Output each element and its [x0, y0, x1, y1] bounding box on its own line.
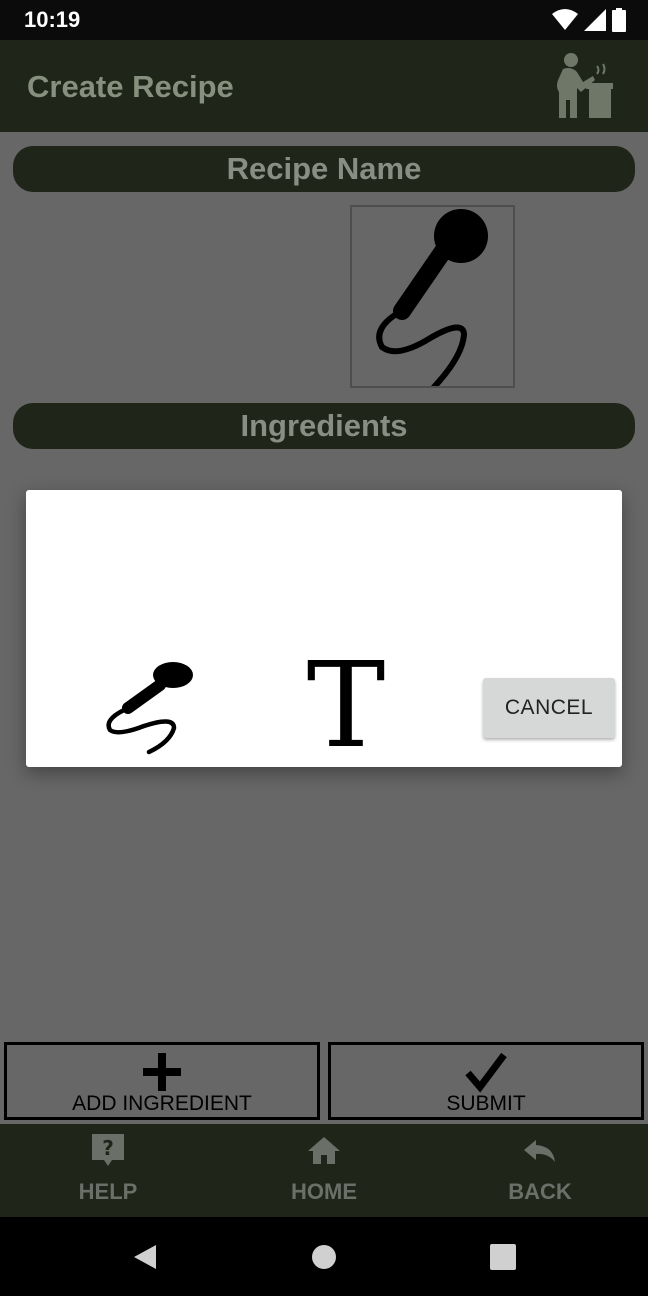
recents-square-icon[interactable] — [487, 1241, 519, 1273]
submit-label: SUBMIT — [446, 1092, 526, 1115]
ingredients-header: Ingredients — [13, 403, 635, 449]
plus-icon — [143, 1053, 181, 1091]
nav-home-label: HOME — [291, 1179, 357, 1204]
reply-icon — [524, 1140, 555, 1162]
cancel-button[interactable]: CANCEL — [483, 678, 615, 738]
text-input-option[interactable]: T — [290, 646, 402, 764]
app-bar: Create Recipe — [0, 40, 648, 132]
recipe-name-header[interactable]: Recipe Name — [13, 146, 635, 192]
nav-home[interactable]: HOME — [254, 1124, 394, 1217]
nav-help[interactable]: ? HELP — [38, 1124, 178, 1217]
status-bar: 10:19 — [0, 0, 648, 40]
help-icon: ? — [92, 1134, 124, 1166]
battery-icon — [612, 8, 626, 32]
chef-cooking-icon — [557, 53, 613, 118]
microphone-icon — [376, 209, 488, 390]
svg-text:?: ? — [102, 1136, 114, 1160]
add-ingredient-label: ADD INGREDIENT — [72, 1092, 252, 1115]
system-navigation-bar — [0, 1217, 648, 1296]
back-triangle-icon[interactable] — [130, 1241, 162, 1273]
bottom-navigation: ? HELP HOME BACK — [0, 1124, 648, 1217]
nav-back-label: BACK — [508, 1179, 572, 1204]
add-ingredient-button[interactable]: ADD INGREDIENT — [4, 1042, 320, 1120]
screen: 10:19 Create Recipe Recipe Name Ingredie… — [0, 0, 648, 1296]
home-circle-icon[interactable] — [308, 1241, 340, 1273]
wifi-icon — [552, 9, 578, 30]
voice-input-button[interactable] — [350, 205, 515, 390]
signal-icon — [584, 9, 606, 31]
page-title: Create Recipe — [27, 69, 234, 104]
status-time: 10:19 — [24, 7, 81, 32]
home-icon — [308, 1137, 340, 1164]
nav-help-label: HELP — [78, 1179, 138, 1204]
status-icons — [552, 8, 626, 32]
submit-button[interactable]: SUBMIT — [328, 1042, 644, 1120]
checkmark-icon — [465, 1052, 507, 1093]
nav-back[interactable]: BACK — [470, 1124, 610, 1217]
microphone-icon[interactable] — [104, 660, 196, 756]
